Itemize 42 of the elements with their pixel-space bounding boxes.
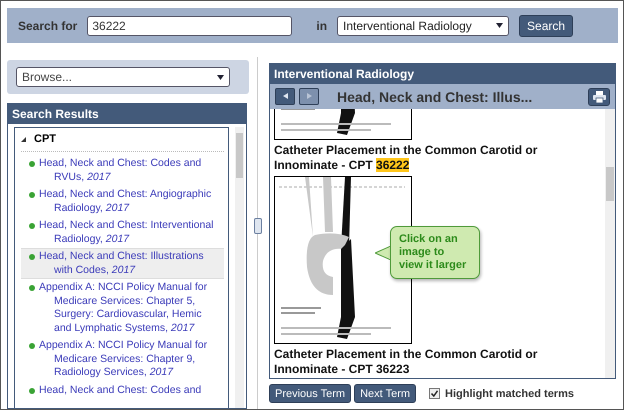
scope-label: in xyxy=(316,18,328,32)
status-dot xyxy=(29,254,35,260)
result-item[interactable]: Head, Neck and Chest: Interventional Radiology, 2017 xyxy=(21,217,224,248)
panel-title: Interventional Radiology xyxy=(270,64,615,84)
result-item[interactable]: Head, Neck and Chest: Angiographic Radiology, 2017 xyxy=(21,186,224,217)
highlight-checkbox[interactable]: Highlight matched terms xyxy=(429,388,574,400)
search-field[interactable]: 36222 xyxy=(87,16,292,36)
document-title: Head, Neck and Chest: Illus... xyxy=(337,88,534,104)
scrollbar[interactable] xyxy=(605,109,615,378)
printer-icon xyxy=(592,90,606,102)
scope-dropdown[interactable]: Interventional Radiology xyxy=(337,16,510,36)
status-dot xyxy=(29,285,35,291)
previous-term-button[interactable]: Previous Term xyxy=(269,384,352,403)
checkmark-icon xyxy=(431,390,438,397)
back-button[interactable] xyxy=(275,88,295,105)
result-item[interactable]: Head, Neck and Chest: Illustrations with Codes, 2017 xyxy=(21,248,224,279)
result-item[interactable]: Appendix A: NCCI Policy Manual for Medicare Services: Chapter 5, Surgery: Cardiovascular, Hemic and Lymphatic Systems, 2017 xyxy=(21,279,224,337)
status-dot xyxy=(29,161,35,167)
browse-dropdown[interactable]: Browse... xyxy=(16,67,230,87)
search-button[interactable]: Search xyxy=(519,14,574,36)
panel-title: Search Results xyxy=(8,104,246,124)
status-dot xyxy=(29,223,35,229)
tree-node[interactable]: CPT xyxy=(21,133,224,152)
next-term-button[interactable]: Next Term xyxy=(354,384,416,403)
status-dot xyxy=(29,388,35,394)
result-item[interactable]: Appendix A: NCCI Policy Manual for Medicare Services: Chapter 9, Radiology Services, 2017 xyxy=(21,337,224,382)
left-arrow-icon xyxy=(282,92,288,98)
illustration-heading: Catheter Placement in the Common Carotid or Innominate - CPT 36223 xyxy=(274,346,538,378)
dropdown-caret-icon xyxy=(496,23,504,28)
callout-tooltip: Click on an image to view it larger xyxy=(375,226,480,279)
print-button[interactable] xyxy=(588,88,610,106)
right-arrow-icon xyxy=(306,92,312,98)
splitter-handle[interactable] xyxy=(254,218,262,234)
search-label: Search for xyxy=(18,18,78,32)
illustration-heading: Catheter Placement in the Common Carotid or Innominate - CPT 36222 xyxy=(274,142,538,174)
expand-triangle-icon[interactable] xyxy=(21,136,26,142)
result-item[interactable]: Head, Neck and Chest: Codes and RVUs, 2017 xyxy=(21,155,224,186)
scrollbar[interactable] xyxy=(235,127,244,408)
result-item[interactable]: Head, Neck and Chest: Codes and xyxy=(21,382,224,399)
status-dot xyxy=(29,192,35,198)
dropdown-caret-icon xyxy=(217,74,224,80)
status-dot xyxy=(29,343,35,349)
